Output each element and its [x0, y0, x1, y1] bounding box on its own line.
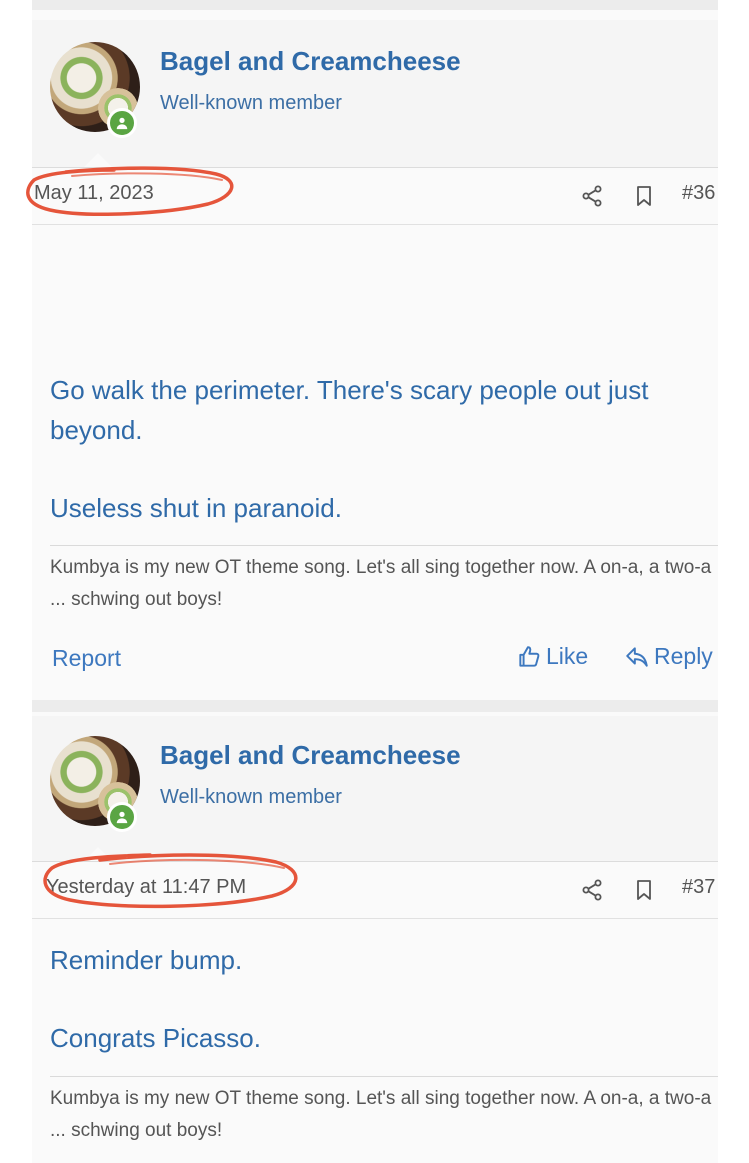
user-title: Well-known member: [160, 92, 342, 114]
post-number-link[interactable]: #36: [682, 182, 715, 205]
post-date-link[interactable]: Yesterday at 11:47 PM: [46, 876, 246, 899]
signature-divider: [50, 1076, 718, 1077]
post-meta-row: Yesterday at 11:47 PM #37: [32, 853, 718, 919]
reply-button[interactable]: Reply: [624, 643, 713, 670]
user-block-arrow: [84, 847, 112, 861]
message-line: Useless shut in paranoid.: [50, 493, 342, 523]
user-title: Well-known member: [160, 786, 342, 808]
post-separator: [32, 700, 718, 712]
message-line: Reminder bump.: [50, 945, 243, 975]
online-status-icon: [107, 802, 137, 832]
reply-label: Reply: [654, 643, 713, 669]
user-block: Bagel and Creamcheese Well-known member: [32, 20, 718, 168]
signature: Kumbya is my new OT theme song. Let's al…: [50, 1088, 712, 1141]
user-block-arrow: [84, 153, 112, 167]
post-meta-row: May 11, 2023 #36: [26, 166, 718, 225]
message-line: Congrats Picasso.: [50, 1023, 261, 1053]
reply-icon: [626, 646, 648, 667]
user-block: Bagel and Creamcheese Well-known member: [32, 716, 718, 862]
post-number-link[interactable]: #37: [682, 876, 715, 899]
bookmark-icon[interactable]: [632, 184, 656, 208]
message-line: Go walk the perimeter. There's scary peo…: [50, 375, 649, 445]
username-link[interactable]: Bagel and Creamcheese: [160, 740, 461, 771]
post-37: Bagel and Creamcheese Well-known member …: [32, 712, 718, 1163]
thumbs-up-icon: [519, 645, 540, 667]
share-icon[interactable]: [580, 878, 604, 902]
post-36: Bagel and Creamcheese Well-known member …: [26, 0, 718, 712]
like-label: Like: [546, 643, 589, 669]
report-link[interactable]: Report: [52, 645, 121, 672]
share-icon[interactable]: [580, 184, 604, 208]
post-date-link[interactable]: May 11, 2023: [34, 182, 154, 205]
report-label: Report: [52, 645, 122, 671]
signature-divider: [50, 545, 718, 546]
post-top-border: [32, 0, 718, 10]
like-button[interactable]: Like: [516, 643, 588, 670]
online-status-icon: [107, 108, 137, 138]
username-link[interactable]: Bagel and Creamcheese: [160, 46, 461, 77]
signature: Kumbya is my new OT theme song. Let's al…: [50, 557, 712, 610]
bookmark-icon[interactable]: [632, 878, 656, 902]
